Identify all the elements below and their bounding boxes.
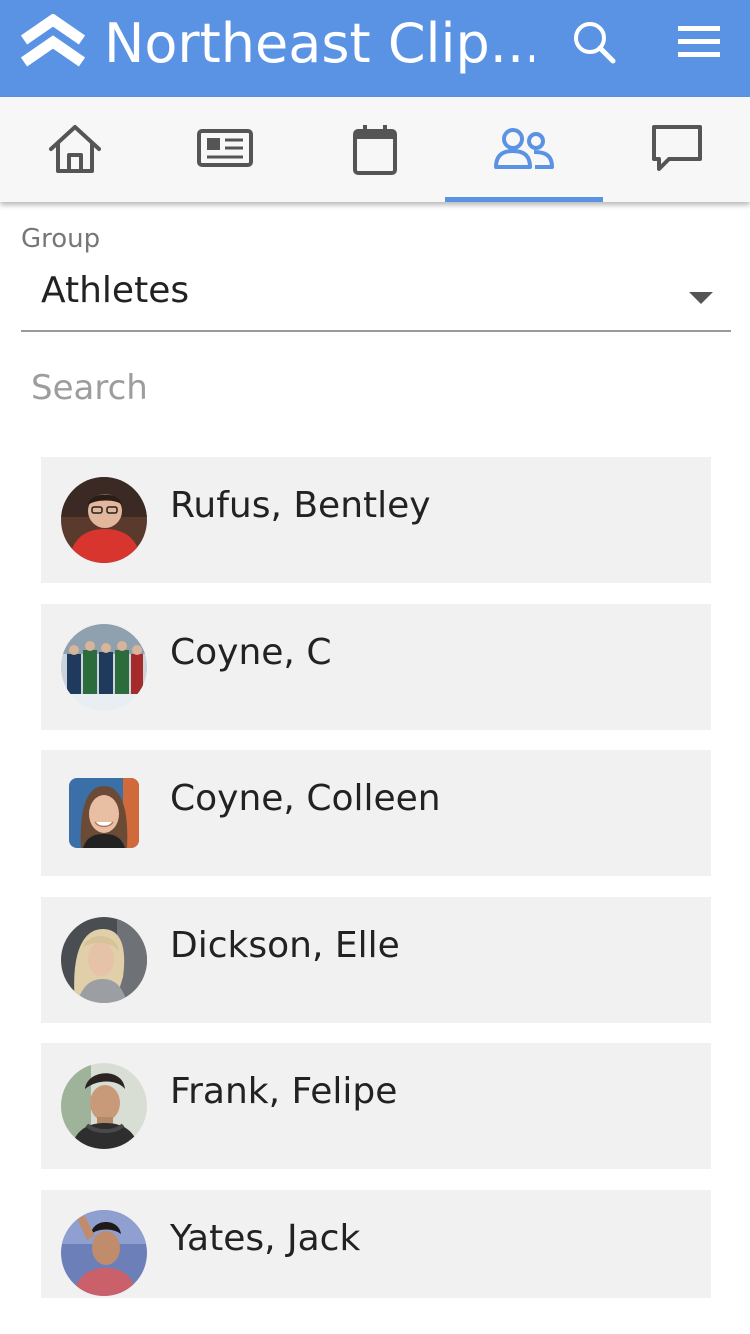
person-name: Rufus, Bentley [170, 485, 431, 526]
avatar [61, 917, 147, 1003]
list-item[interactable]: Yates, Jack [41, 1190, 711, 1298]
active-tab-indicator [445, 197, 603, 202]
tab-bar [0, 97, 750, 202]
avatar [61, 1210, 147, 1296]
tab-news[interactable] [150, 97, 300, 202]
list-item[interactable]: Coyne, C [41, 604, 711, 730]
avatar [61, 477, 147, 563]
person-name: Coyne, Colleen [170, 778, 441, 819]
hamburger-menu-icon [678, 26, 720, 57]
group-label: Group [21, 224, 101, 254]
people-icon [494, 128, 554, 169]
app-title: Northeast Clip... [104, 12, 534, 75]
search-icon [574, 22, 616, 64]
list-item[interactable]: Rufus, Bentley [41, 457, 711, 583]
group-selected-value: Athletes [41, 270, 190, 311]
home-icon [49, 125, 101, 173]
list-item[interactable]: Dickson, Elle [41, 897, 711, 1023]
app-bar: Northeast Clip... [0, 0, 750, 97]
person-name: Frank, Felipe [170, 1071, 398, 1112]
avatar [69, 778, 139, 848]
dropdown-arrow-icon [689, 292, 713, 304]
tab-calendar[interactable] [300, 97, 450, 202]
person-name: Coyne, C [170, 632, 332, 673]
list-item[interactable]: Coyne, Colleen [41, 750, 711, 876]
group-select[interactable]: Athletes [21, 262, 731, 332]
calendar-icon [353, 125, 397, 175]
avatar [61, 1063, 147, 1149]
chat-bubble-icon [651, 125, 702, 171]
menu-button[interactable] [672, 16, 728, 68]
newspaper-icon [197, 129, 253, 167]
double-chevron-logo-icon[interactable] [18, 13, 88, 70]
search-button[interactable] [568, 16, 622, 70]
tab-home[interactable] [0, 97, 150, 202]
search-input[interactable] [21, 356, 721, 420]
list-item[interactable]: Frank, Felipe [41, 1043, 711, 1169]
person-name: Dickson, Elle [170, 925, 400, 966]
person-name: Yates, Jack [170, 1218, 361, 1259]
tab-people[interactable] [445, 97, 603, 202]
tab-messages[interactable] [603, 97, 750, 202]
avatar [61, 624, 147, 710]
